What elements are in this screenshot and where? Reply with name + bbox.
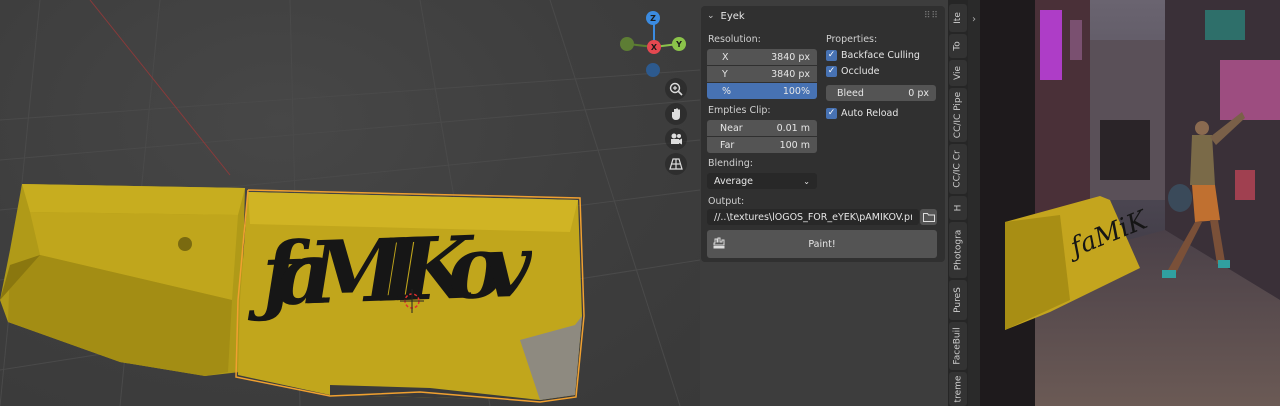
- checkmark-icon: ✓: [826, 50, 837, 61]
- render-scene: ƒaMiK: [980, 0, 1280, 406]
- gizmo-neg-z-axis[interactable]: [646, 63, 660, 77]
- tab-cc-ic-pipe[interactable]: CC/IC Pipe: [949, 88, 967, 142]
- tab-treme[interactable]: treme: [949, 372, 967, 406]
- resolution-x-value: 3840 px: [771, 51, 810, 63]
- resolution-x-field[interactable]: X 3840 px: [707, 49, 817, 65]
- tab-facebuil[interactable]: FaceBuil: [949, 322, 967, 370]
- chevron-right-icon[interactable]: ›: [968, 0, 980, 406]
- gizmo-y-axis[interactable]: Y: [672, 37, 686, 51]
- tab-item[interactable]: Ite: [949, 4, 967, 32]
- chevron-down-icon[interactable]: ⌄: [707, 11, 715, 21]
- checkmark-icon: ✓: [826, 108, 837, 119]
- near-clip-value: 0.01 m: [776, 122, 810, 134]
- panel-title: Eyek: [720, 10, 745, 22]
- output-path-value: //..\textures\lOGOS_FOR_eYEK\pAMIKOV.png: [714, 211, 912, 223]
- drag-grip-icon[interactable]: ⠿⠿: [924, 11, 939, 21]
- resolution-percent-slider[interactable]: % 100%: [707, 83, 817, 99]
- hand-icon[interactable]: [665, 103, 687, 125]
- gizmo-x-axis[interactable]: X: [647, 40, 661, 54]
- paint-bucket-icon: [712, 236, 726, 253]
- bleed-field[interactable]: Bleed 0 px: [826, 85, 936, 101]
- gizmo-neg-y-axis[interactable]: [620, 37, 634, 51]
- eyek-panel: ⌄ Eyek ⠿⠿ Resolution: X 3840 px Y 3840 p…: [701, 6, 945, 262]
- tab-view[interactable]: Vie: [949, 60, 967, 86]
- occlude-label: Occlude: [841, 66, 880, 77]
- resolution-y-label: Y: [722, 68, 728, 80]
- render-preview: ƒaMiK: [980, 0, 1280, 406]
- checkmark-icon: ✓: [826, 66, 837, 77]
- occlude-checkbox[interactable]: ✓ Occlude: [826, 66, 879, 77]
- auto-reload-checkbox[interactable]: ✓ Auto Reload: [826, 108, 898, 119]
- near-clip-label: Near: [720, 122, 743, 134]
- far-clip-field[interactable]: Far 100 m: [707, 137, 817, 153]
- navigation-gizmo[interactable]: Z Y X: [612, 6, 696, 82]
- tab-h[interactable]: H: [949, 196, 967, 220]
- far-clip-value: 100 m: [779, 139, 810, 151]
- tab-photogra[interactable]: Photogra: [949, 222, 967, 278]
- tab-pures[interactable]: PureS: [949, 280, 967, 320]
- backface-culling-label: Backface Culling: [841, 50, 920, 61]
- empties-clip-label: Empties Clip:: [708, 105, 771, 116]
- resolution-x-label: X: [722, 51, 729, 63]
- blending-label: Blending:: [708, 158, 753, 169]
- barrier-mesh[interactable]: ƒaMIKov: [0, 0, 700, 406]
- bleed-label: Bleed: [837, 87, 864, 99]
- folder-icon[interactable]: [920, 209, 937, 225]
- resolution-label: Resolution:: [708, 34, 761, 45]
- resolution-percent-value: 100%: [782, 85, 810, 97]
- tab-tool[interactable]: To: [949, 34, 967, 58]
- resolution-percent-label: %: [722, 85, 732, 97]
- blending-value: Average: [714, 175, 754, 187]
- grid-icon[interactable]: [665, 153, 687, 175]
- auto-reload-label: Auto Reload: [841, 108, 899, 119]
- output-label: Output:: [708, 196, 745, 207]
- blending-dropdown[interactable]: Average ⌄: [707, 173, 817, 189]
- paint-button[interactable]: Paint!: [707, 230, 937, 258]
- zoom-in-icon[interactable]: [665, 78, 687, 100]
- properties-label: Properties:: [826, 34, 878, 45]
- backface-culling-checkbox[interactable]: ✓ Backface Culling: [826, 50, 920, 61]
- resolution-y-value: 3840 px: [771, 68, 810, 80]
- far-clip-label: Far: [720, 139, 735, 151]
- sidebar-tabs: Ite To Vie CC/IC Pipe CC/IC Cr H Photogr…: [948, 0, 968, 406]
- bleed-value: 0 px: [908, 87, 929, 99]
- panel-header[interactable]: ⌄ Eyek ⠿⠿: [701, 6, 945, 26]
- near-clip-field[interactable]: Near 0.01 m: [707, 120, 817, 136]
- 3d-viewport[interactable]: ƒaMIKov Z Y X: [0, 0, 700, 406]
- tab-cc-ic-cr[interactable]: CC/IC Cr: [949, 144, 967, 194]
- graffiti-text: ƒaMIKov: [244, 215, 534, 326]
- gizmo-z-axis[interactable]: Z: [646, 11, 660, 25]
- chevron-down-icon: ⌄: [803, 176, 810, 186]
- resolution-y-field[interactable]: Y 3840 px: [707, 66, 817, 82]
- output-path-field[interactable]: //..\textures\lOGOS_FOR_eYEK\pAMIKOV.png: [707, 209, 919, 225]
- paint-label: Paint!: [808, 238, 836, 250]
- camera-icon[interactable]: [665, 128, 687, 150]
